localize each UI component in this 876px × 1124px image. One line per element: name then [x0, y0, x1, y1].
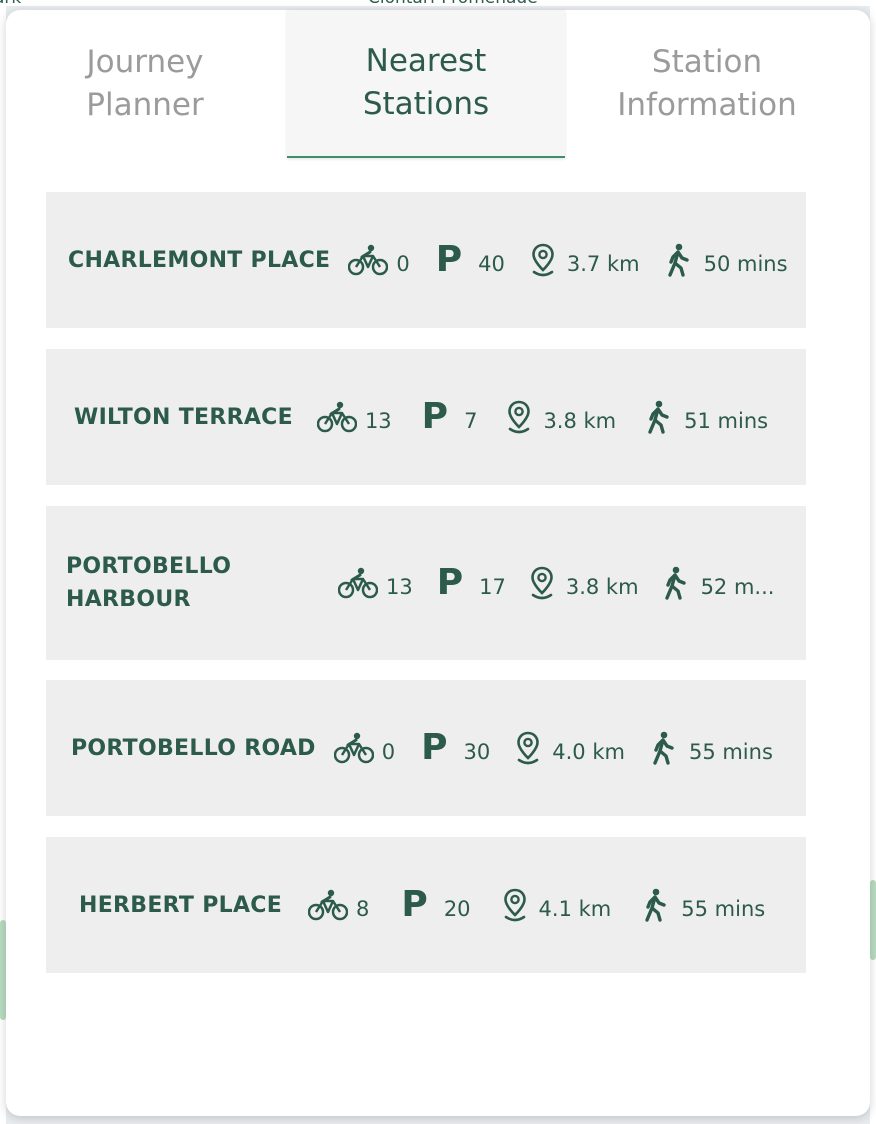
station-name: WILTON TERRACE — [74, 404, 293, 430]
distance-value: 4.0 km — [552, 740, 625, 764]
tab-bar: Journey Planner Nearest Stations Station… — [6, 10, 870, 170]
station-card[interactable]: HERBERT PLACE 8 P 20 4.1 km 55 mins — [46, 837, 806, 973]
stations-panel: Journey Planner Nearest Stations Station… — [6, 10, 870, 1116]
location-pin-icon — [532, 243, 554, 277]
bicycle-icon — [348, 244, 389, 276]
parking-icon: P — [421, 396, 449, 437]
location-pin-icon — [531, 566, 553, 600]
tab-label-line2: Planner — [86, 87, 204, 123]
distance-value: 4.1 km — [538, 897, 612, 921]
tab-label-line1: Nearest — [365, 43, 487, 79]
tab-label-line2: Information — [617, 87, 797, 123]
location-pin-icon — [517, 731, 540, 765]
walk-time: 55 mins — [688, 740, 773, 764]
bikes-count: 8 — [356, 897, 370, 921]
bikes-count: 0 — [381, 740, 396, 764]
walking-person-icon — [653, 731, 674, 765]
map-street-label: Clontarf Promenade — [368, 0, 538, 8]
walking-person-icon — [667, 243, 689, 277]
tab-label-line1: Station — [651, 44, 763, 80]
stands-count: 17 — [479, 575, 506, 599]
walk-time: 52 m... — [700, 575, 775, 599]
parking-icon: P — [435, 239, 463, 280]
stands-count: 30 — [463, 740, 491, 764]
bicycle-icon — [316, 401, 357, 433]
bikes-count: 13 — [386, 575, 413, 599]
bicycle-icon — [308, 889, 349, 921]
station-card[interactable]: PORTOBELLO ROAD 0 P 30 4.0 km 55 mins — [46, 680, 806, 816]
location-pin-icon — [508, 400, 531, 434]
distance-value: 3.7 km — [566, 252, 640, 276]
walking-person-icon — [648, 400, 669, 434]
station-name: CHARLEMONT PLACE — [68, 247, 331, 273]
map-area-label: ark — [0, 0, 21, 8]
tab-nearest-stations[interactable]: Nearest Stations — [287, 10, 565, 158]
bikes-count: 13 — [364, 409, 392, 433]
stands-count: 7 — [464, 409, 478, 433]
station-card[interactable]: PORTOBELLO HARBOUR 13 P 17 3.8 km 52 m..… — [46, 506, 806, 660]
bicycle-icon — [333, 732, 374, 764]
station-name-line1: PORTOBELLO — [66, 554, 232, 579]
walk-time: 55 mins — [681, 897, 766, 921]
tab-station-information[interactable]: Station Information — [568, 10, 846, 158]
tab-label-line1: Journey — [86, 44, 204, 80]
walk-time: 51 mins — [684, 409, 769, 433]
walk-time: 50 mins — [703, 252, 788, 276]
bicycle-icon — [338, 567, 378, 599]
walking-person-icon — [645, 888, 666, 922]
parking-icon: P — [421, 727, 448, 768]
location-pin-icon — [503, 888, 526, 922]
tab-label-line2: Stations — [362, 86, 490, 122]
tab-journey-planner[interactable]: Journey Planner — [6, 10, 284, 158]
station-name: PORTOBELLO HARBOUR — [66, 550, 320, 616]
parking-icon: P — [401, 884, 428, 925]
station-card[interactable]: CHARLEMONT PLACE 0 P 40 3.7 km 50 mins — [46, 192, 806, 328]
station-card[interactable]: WILTON TERRACE 13 P 7 3.8 km 51 mins — [46, 349, 806, 485]
distance-value: 3.8 km — [543, 409, 617, 433]
walking-person-icon — [664, 566, 686, 600]
station-name-line2: HARBOUR — [66, 587, 191, 612]
stands-count: 20 — [443, 897, 471, 921]
station-name: PORTOBELLO ROAD — [71, 735, 316, 761]
parking-icon: P — [436, 562, 464, 603]
station-name: HERBERT PLACE — [79, 892, 283, 918]
bikes-count: 0 — [396, 252, 410, 276]
stands-count: 40 — [478, 252, 505, 276]
distance-value: 3.8 km — [565, 575, 639, 599]
